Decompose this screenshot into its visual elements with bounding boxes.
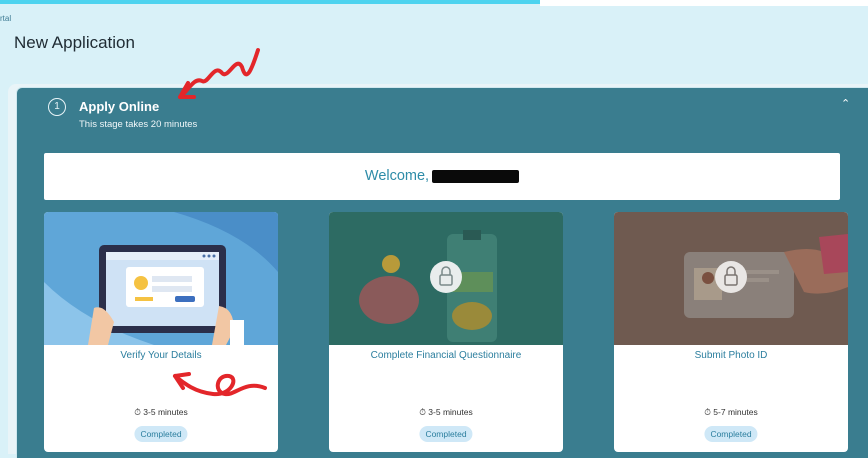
top-bar-right	[540, 0, 868, 6]
task-duration-text: 5-7 minutes	[713, 407, 758, 417]
page-title: New Application	[14, 33, 135, 52]
task-label[interactable]: Verify Your Details	[44, 350, 278, 361]
stopwatch-icon: ⏱	[419, 407, 426, 417]
stage-title: Apply Online	[79, 99, 160, 114]
status-badge: Completed	[419, 426, 473, 442]
breadcrumb[interactable]: rtal	[0, 14, 11, 23]
welcome-text: Welcome,	[364, 168, 430, 184]
stopwatch-icon: ⏱	[134, 407, 141, 417]
stage-duration: This stage takes 20 minutes	[79, 119, 198, 130]
step-number-badge: 1	[48, 98, 66, 116]
task-duration-text: 3-5 minutes	[428, 407, 473, 417]
stopwatch-icon: ⏱	[704, 407, 711, 417]
redacted-name	[432, 169, 520, 183]
task-duration-text: 3-5 minutes	[143, 407, 188, 417]
status-badge: Completed	[134, 426, 188, 442]
piggy-bank-lock-illustration	[329, 212, 563, 345]
status-badge: Completed	[704, 426, 758, 442]
task-duration: ⏱ 3-5 minutes	[44, 407, 278, 418]
chevron-up-icon[interactable]: ⌃	[841, 97, 850, 110]
task-card-verify-details[interactable]: Verify Your Details ⏱ 3-5 minutes Comple…	[44, 212, 278, 452]
id-card-tablet-illustration	[44, 212, 278, 345]
task-duration: ⏱ 5-7 minutes	[614, 407, 848, 418]
task-card-financial-questionnaire[interactable]: Complete Financial Questionnaire ⏱ 3-5 m…	[329, 212, 563, 452]
top-accent-bar	[0, 0, 540, 4]
task-label[interactable]: Complete Financial Questionnaire	[329, 350, 563, 361]
task-label[interactable]: Submit Photo ID	[614, 350, 848, 361]
photo-id-lock-illustration	[614, 212, 848, 345]
welcome-banner: Welcome,	[44, 153, 840, 200]
task-card-photo-id[interactable]: Submit Photo ID ⏱ 5-7 minutes Completed	[614, 212, 848, 452]
task-duration: ⏱ 3-5 minutes	[329, 407, 563, 418]
